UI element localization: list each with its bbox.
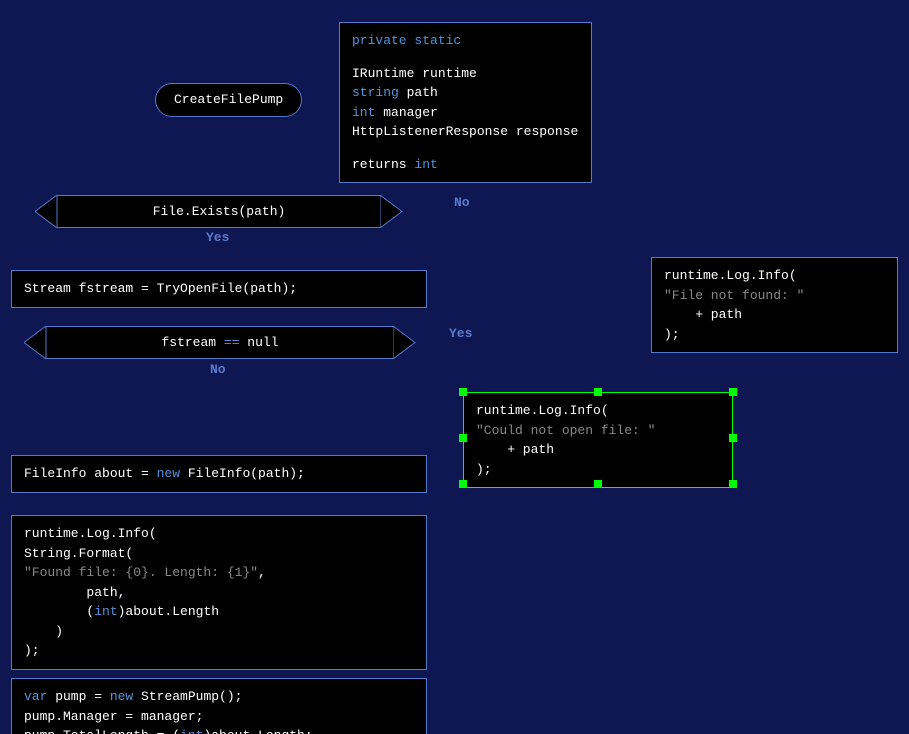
decision-file-exists[interactable]: File.Exists(path) — [35, 195, 403, 228]
stmt-log-notfound[interactable]: runtime.Log.Info( "File not found: " + p… — [651, 257, 898, 353]
code-line: ) — [24, 622, 414, 642]
decision-fstream-null[interactable]: fstream == null — [24, 326, 416, 359]
code-line: ); — [24, 641, 414, 661]
signature-param: int manager — [352, 103, 579, 123]
code-line: "Found file: {0}. Length: {1}", — [24, 563, 414, 583]
code-line: runtime.Log.Info( — [476, 401, 720, 421]
signature-param: string path — [352, 83, 579, 103]
code-line: FileInfo about = new FileInfo(path); — [24, 466, 305, 481]
selection-handle[interactable] — [729, 480, 737, 488]
selection-handle[interactable] — [459, 434, 467, 442]
code-line: + path — [664, 305, 885, 325]
selection-handle[interactable] — [729, 434, 737, 442]
code-line: pump.Manager = manager; — [24, 707, 414, 727]
code-line: + path — [476, 440, 720, 460]
connector — [420, 211, 775, 212]
connector — [420, 342, 598, 343]
code-line: var pump = new StreamPump(); — [24, 687, 414, 707]
stmt-pump[interactable]: var pump = new StreamPump(); pump.Manage… — [11, 678, 427, 734]
branch-label-no: No — [210, 362, 226, 377]
signature-returns: returns int — [352, 155, 579, 175]
code-line: ); — [664, 325, 885, 345]
connector — [598, 584, 775, 585]
code-line: pump.TotalLength = (int)about.Length; — [24, 726, 414, 734]
branch-label-no: No — [454, 195, 470, 210]
signature-param: IRuntime runtime — [352, 64, 579, 84]
selection-handle[interactable] — [594, 480, 602, 488]
stmt-log-found[interactable]: runtime.Log.Info( String.Format( "Found … — [11, 515, 427, 670]
code-line: runtime.Log.Info( — [24, 524, 414, 544]
code-line: String.Format( — [24, 544, 414, 564]
flowchart-canvas[interactable]: CreateFilePump private static IRuntime r… — [0, 0, 909, 734]
code-line: runtime.Log.Info( — [664, 266, 885, 286]
connector — [775, 211, 776, 257]
branch-label-yes: Yes — [449, 326, 472, 341]
terminal-label: CreateFilePump — [174, 92, 283, 107]
code-line: "File not found: " — [664, 286, 885, 306]
code-line: ); — [476, 460, 720, 480]
selection-handle[interactable] — [594, 388, 602, 396]
connector — [598, 342, 599, 392]
connector — [775, 335, 776, 585]
stmt-tryopenfile[interactable]: Stream fstream = TryOpenFile(path); — [11, 270, 427, 308]
selection-handle[interactable] — [459, 480, 467, 488]
signature-modifiers: private static — [352, 31, 579, 51]
signature-param: HttpListenerResponse response — [352, 122, 579, 142]
decision-text: fstream == null — [24, 326, 416, 359]
stmt-log-couldnotopen[interactable]: runtime.Log.Info( "Could not open file: … — [463, 392, 733, 488]
selection-handle[interactable] — [459, 388, 467, 396]
stmt-fileinfo[interactable]: FileInfo about = new FileInfo(path); — [11, 455, 427, 493]
code-line: Stream fstream = TryOpenFile(path); — [24, 281, 297, 296]
terminal-start[interactable]: CreateFilePump — [155, 83, 302, 117]
connector — [598, 484, 599, 584]
branch-label-yes: Yes — [206, 230, 229, 245]
decision-text: File.Exists(path) — [35, 195, 403, 228]
code-line: (int)about.Length — [24, 602, 414, 622]
selection-handle[interactable] — [729, 388, 737, 396]
signature-box[interactable]: private static IRuntime runtime string p… — [339, 22, 592, 183]
code-line: "Could not open file: " — [476, 421, 720, 441]
code-line: path, — [24, 583, 414, 603]
